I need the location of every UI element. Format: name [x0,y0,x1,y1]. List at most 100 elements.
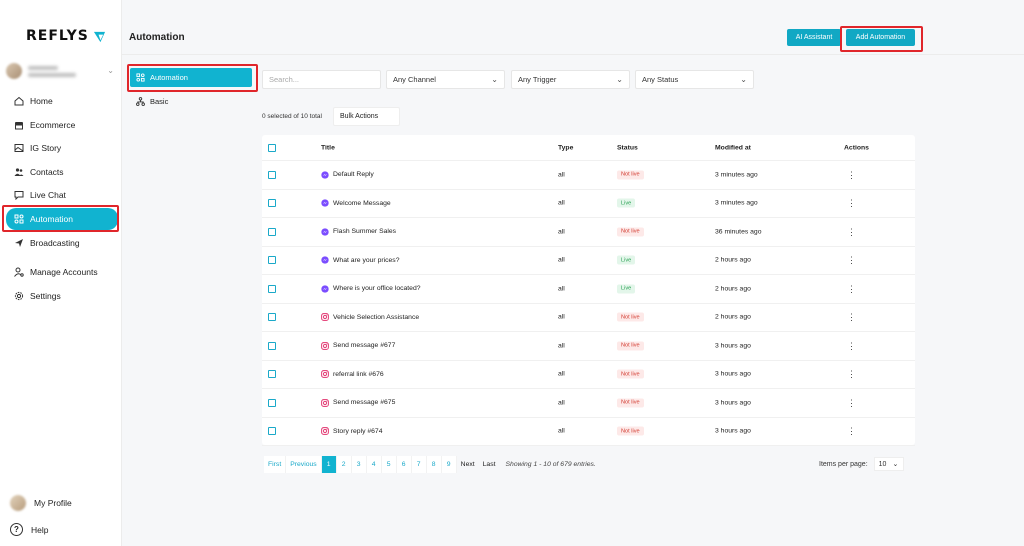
home-icon [14,96,24,106]
table-row[interactable]: Welcome Message all Live 3 minutes ago ⋮ [262,190,915,218]
row-actions-menu[interactable]: ⋮ [847,198,856,209]
col-modified[interactable]: Modified at [715,144,751,151]
row-actions-menu[interactable]: ⋮ [847,312,856,323]
row-checkbox[interactable] [268,170,276,179]
row-type: all [558,199,565,207]
row-checkbox[interactable] [268,227,276,236]
row-checkbox[interactable] [268,284,276,293]
table-row[interactable]: What are your prices? all Live 2 hours ago ⋮ [262,247,915,275]
table-row[interactable]: Where is your office located? all Live 2 ho… [262,275,915,304]
status-filter-select[interactable]: Any Status ⌄ [635,70,754,89]
row-checkbox[interactable] [268,398,276,407]
pagination-first[interactable]: First [264,456,287,473]
sidebar-item-ig-story[interactable]: IG Story [6,137,118,159]
row-checkbox[interactable] [268,313,276,322]
sidebar-item-manage-accounts[interactable]: Manage Accounts [6,261,118,283]
sidebar-item-label: Broadcasting [30,237,80,248]
pagination-page-9[interactable]: 9 [441,456,457,473]
select-all-checkbox[interactable] [268,143,276,152]
my-profile-label: My Profile [34,498,72,508]
my-profile-link[interactable]: My Profile [10,495,72,511]
row-title: Send message #677 [333,342,396,350]
sidebar-item-live-chat[interactable]: Live Chat [6,184,118,206]
ai-assistant-button[interactable]: AI Assistant [787,29,841,46]
row-actions-menu[interactable]: ⋮ [847,426,856,437]
sidebar-item-contacts[interactable]: Contacts [6,161,118,183]
trigger-filter-select[interactable]: Any Trigger ⌄ [511,70,630,89]
pagination-previous[interactable]: Previous [286,456,322,473]
table-row[interactable]: Send message #677 all Not live 3 hours ago ⋮ [262,332,915,361]
table-row[interactable]: Vehicle Selection Assistance all Not live 2… [262,304,915,332]
table-row[interactable]: Flash Summer Sales all Not live 36 minutes … [262,218,915,247]
row-actions-menu[interactable]: ⋮ [847,284,856,293]
channel-filter-select[interactable]: Any Channel ⌄ [386,70,505,89]
help-link[interactable]: ? Help [10,523,48,536]
pagination-page-1[interactable]: 1 [321,456,337,473]
table-row[interactable]: Default Reply all Not live 3 minutes ago ⋮ [262,161,915,190]
pagination-page-7[interactable]: 7 [411,456,427,473]
row-actions-menu[interactable]: ⋮ [847,398,856,407]
pagination-page-3[interactable]: 3 [351,456,367,473]
row-title-cell[interactable]: referral link #676 [321,370,384,379]
row-checkbox[interactable] [268,199,276,208]
sidebar-item-ecommerce[interactable]: Ecommerce [6,114,118,136]
row-checkbox[interactable] [268,427,276,436]
pagination-page-2[interactable]: 2 [336,456,352,473]
pagination-page-4[interactable]: 4 [366,456,382,473]
row-title-cell[interactable]: Send message #677 [321,341,396,350]
kebab-menu-icon: ⋮ [847,255,856,266]
instagram-icon [321,341,329,350]
row-checkbox[interactable] [268,341,276,350]
sidebar-item-settings[interactable]: Settings [6,285,118,307]
row-title-cell[interactable]: Vehicle Selection Assistance [321,313,419,322]
pagination-last[interactable]: Last [479,456,500,473]
kebab-menu-icon: ⋮ [847,312,856,323]
row-actions-menu[interactable]: ⋮ [847,170,856,179]
row-actions-menu[interactable]: ⋮ [847,255,856,266]
pagination-next[interactable]: Next [457,456,479,473]
row-type: all [558,256,565,264]
instagram-icon [321,427,329,436]
account-switcher[interactable]: ⌄ [6,60,114,82]
row-actions-menu[interactable]: ⋮ [847,227,856,236]
row-title-cell[interactable]: Default Reply [321,171,374,179]
items-per-page-select[interactable]: 10 ⌄ [873,457,904,471]
row-type: all [558,399,565,407]
sidebar-item-label: Contacts [30,166,64,177]
gear-icon [14,291,24,301]
row-title-cell[interactable]: Welcome Message [321,199,391,207]
row-title: Welcome Message [333,199,391,207]
table-row[interactable]: Send message #675 all Not live 3 hours ago ⋮ [262,389,915,418]
row-title-cell[interactable]: Flash Summer Sales [321,228,396,236]
row-title-cell[interactable]: Send message #675 [321,398,395,407]
messenger-icon [321,228,329,236]
brand-logo[interactable]: REFLYS [26,28,106,44]
sidebar-item-broadcasting[interactable]: Broadcasting [6,232,118,254]
col-title[interactable]: Title [321,144,335,151]
subnav-item-basic[interactable]: Basic [130,92,252,111]
kebab-menu-icon: ⋮ [847,198,856,209]
pagination-page-5[interactable]: 5 [381,456,397,473]
pagination-page-8[interactable]: 8 [426,456,442,473]
kebab-menu-icon: ⋮ [847,340,856,351]
row-checkbox[interactable] [268,256,276,265]
row-modified: 3 minutes ago [715,199,758,207]
row-title: referral link #676 [333,370,384,378]
kebab-menu-icon: ⋮ [847,426,856,437]
bulk-actions-button[interactable]: Bulk Actions [333,107,400,126]
row-title-cell[interactable]: What are your prices? [321,256,400,264]
table-row[interactable]: referral link #676 all Not live 3 hours ago… [262,361,915,389]
pagination-page-6[interactable]: 6 [396,456,412,473]
row-checkbox[interactable] [268,370,276,379]
channel-filter-value: Any Channel [393,75,436,84]
row-type: all [558,342,565,350]
col-status[interactable]: Status [617,144,638,151]
row-actions-menu[interactable]: ⋮ [847,370,856,379]
table-row[interactable]: Story reply #674 all Not live 3 hours ago ⋮ [262,418,915,446]
search-input[interactable]: Search... [262,70,381,89]
row-actions-menu[interactable]: ⋮ [847,340,856,351]
row-title-cell[interactable]: Where is your office located? [321,285,421,293]
col-type[interactable]: Type [558,144,573,151]
row-title-cell[interactable]: Story reply #674 [321,427,383,436]
sidebar-item-home[interactable]: Home [6,90,118,112]
